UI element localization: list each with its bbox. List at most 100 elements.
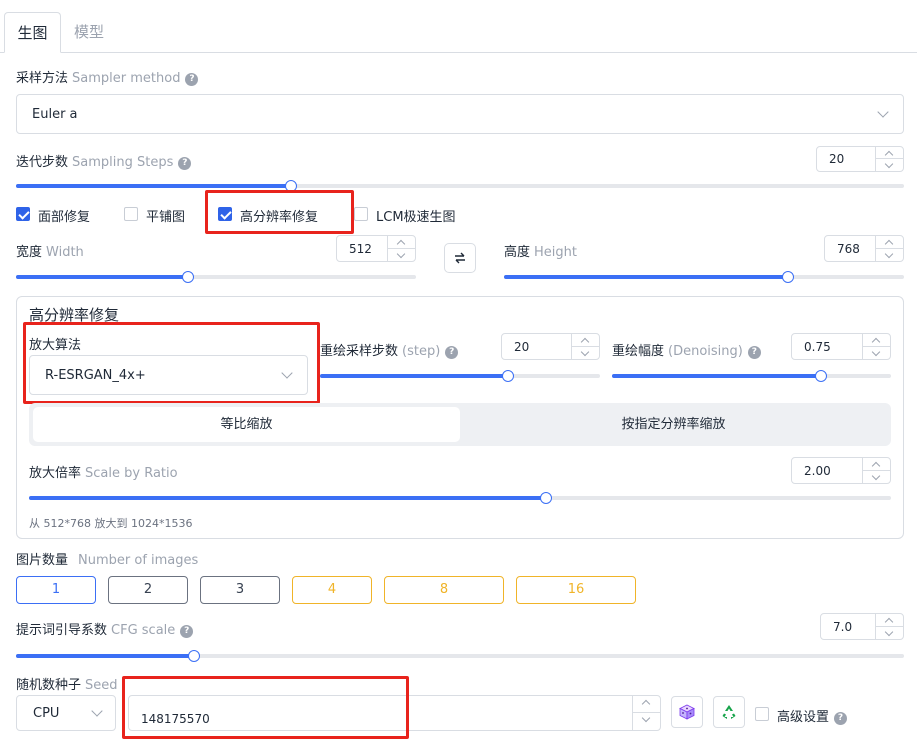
- upscaler-select[interactable]: R-ESRGAN_4x+: [29, 355, 308, 395]
- decrement-button[interactable]: [863, 471, 890, 484]
- cfg-value: 7.0: [833, 619, 853, 634]
- scale-mode-ratio[interactable]: 等比缩放: [33, 407, 460, 442]
- tab-model[interactable]: 模型: [64, 12, 114, 53]
- height-slider[interactable]: [504, 271, 904, 283]
- reuse-seed-button[interactable]: [713, 696, 745, 728]
- hires-steps-slider[interactable]: [320, 370, 600, 382]
- scale-input[interactable]: 2.00: [791, 457, 891, 484]
- hires-steps-spinner[interactable]: [571, 334, 599, 359]
- cfg-input[interactable]: 7.0: [820, 613, 904, 640]
- denoising-label: 重绘幅度 (Denoising)?: [612, 340, 761, 359]
- increment-button[interactable]: [388, 236, 415, 249]
- decrement-button[interactable]: [876, 627, 903, 640]
- image-count-4[interactable]: 4: [292, 576, 372, 604]
- tab-generate[interactable]: 生图: [4, 12, 61, 53]
- decrement-button[interactable]: [863, 347, 890, 360]
- seed-value: 148175570: [141, 712, 210, 726]
- seed-device-value: CPU: [33, 705, 60, 721]
- decrement-button[interactable]: [633, 713, 660, 730]
- image-count-16[interactable]: 16: [516, 576, 636, 604]
- help-icon[interactable]: ?: [445, 346, 459, 359]
- hires-steps-value: 20: [514, 339, 530, 354]
- steps-slider[interactable]: [16, 180, 904, 192]
- face-restore-checkbox[interactable]: [16, 207, 30, 221]
- height-input[interactable]: 768: [824, 235, 904, 262]
- decrement-button[interactable]: [388, 249, 415, 262]
- hires-steps-label-text: 重绘采样步数: [320, 344, 399, 359]
- increment-button[interactable]: [633, 696, 660, 713]
- denoising-label-text: 重绘幅度: [612, 344, 665, 359]
- increment-button[interactable]: [863, 458, 890, 471]
- width-label-text: 宽度: [16, 245, 43, 260]
- tab-bar: [0, 0, 917, 53]
- sampler-select[interactable]: Euler a: [16, 94, 904, 134]
- hires-steps-input[interactable]: 20: [501, 333, 600, 360]
- increment-button[interactable]: [876, 614, 903, 627]
- sampler-label-en: Sampler method: [72, 71, 181, 86]
- width-label: 宽度 Width: [16, 241, 84, 260]
- slider-handle[interactable]: [782, 271, 794, 283]
- decrement-button[interactable]: [876, 159, 903, 171]
- image-count-2[interactable]: 2: [108, 576, 188, 604]
- slider-fill: [320, 374, 508, 378]
- seed-input[interactable]: 148175570: [128, 695, 661, 731]
- increment-button[interactable]: [572, 334, 599, 347]
- hires-fix-checkbox[interactable]: [218, 207, 232, 221]
- images-label-en: Number of images: [78, 553, 199, 568]
- help-icon[interactable]: ?: [834, 712, 848, 725]
- face-restore-label: 面部修复: [38, 210, 91, 225]
- height-spinner[interactable]: [875, 236, 903, 261]
- slider-handle[interactable]: [285, 180, 298, 192]
- slider-handle[interactable]: [187, 650, 200, 662]
- width-slider[interactable]: [16, 271, 416, 283]
- chevron-down-icon: [91, 705, 103, 717]
- image-count-1[interactable]: 1: [16, 576, 96, 604]
- recycle-icon: [722, 705, 736, 719]
- denoising-input[interactable]: 0.75: [791, 333, 891, 360]
- steps-input[interactable]: 20: [816, 146, 904, 172]
- help-icon[interactable]: ?: [180, 625, 194, 638]
- images-label: 图片数量 Number of images: [16, 549, 198, 568]
- swap-dimensions-button[interactable]: [444, 243, 476, 273]
- slider-handle[interactable]: [501, 370, 514, 382]
- steps-spinner[interactable]: [875, 147, 903, 171]
- cfg-spinner[interactable]: [875, 614, 903, 639]
- decrement-button[interactable]: [572, 347, 599, 360]
- random-seed-button[interactable]: [671, 696, 703, 728]
- slider-fill: [29, 496, 547, 500]
- sampler-label-text: 采样方法: [16, 71, 69, 86]
- scale-spinner[interactable]: [862, 458, 890, 483]
- cfg-slider[interactable]: [16, 650, 904, 662]
- advanced-settings-label: 高级设置?: [777, 706, 848, 725]
- scale-mode-resolution[interactable]: 按指定分辨率缩放: [460, 407, 887, 442]
- seed-label-text: 随机数种子: [16, 678, 82, 693]
- increment-button[interactable]: [876, 236, 903, 249]
- seed-device-select[interactable]: CPU: [16, 695, 116, 731]
- image-count-8[interactable]: 8: [384, 576, 504, 604]
- decrement-button[interactable]: [876, 249, 903, 262]
- help-icon[interactable]: ?: [178, 157, 192, 170]
- help-icon[interactable]: ?: [185, 73, 199, 86]
- tiling-checkbox[interactable]: [124, 207, 138, 221]
- denoising-slider[interactable]: [612, 370, 891, 382]
- scale-slider[interactable]: [29, 492, 891, 504]
- steps-label-en: Sampling Steps: [72, 155, 174, 170]
- slider-fill: [16, 654, 194, 658]
- denoising-spinner[interactable]: [862, 334, 890, 359]
- image-count-3[interactable]: 3: [200, 576, 280, 604]
- help-icon[interactable]: ?: [747, 346, 761, 359]
- advanced-settings-checkbox[interactable]: [755, 707, 769, 721]
- chevron-down-icon: [877, 106, 889, 118]
- width-input[interactable]: 512: [336, 235, 416, 262]
- increment-button[interactable]: [876, 147, 903, 160]
- denoising-value: 0.75: [804, 339, 831, 354]
- seed-spinner[interactable]: [632, 696, 660, 730]
- sampler-label: 采样方法 Sampler method?: [16, 67, 199, 86]
- increment-button[interactable]: [863, 334, 890, 347]
- slider-handle[interactable]: [182, 271, 194, 283]
- lcm-checkbox[interactable]: [354, 207, 368, 221]
- lcm-label: LCM极速生图: [376, 210, 456, 225]
- width-spinner[interactable]: [387, 236, 415, 261]
- swap-arrows-icon: [455, 252, 465, 264]
- width-label-en: Width: [46, 245, 84, 260]
